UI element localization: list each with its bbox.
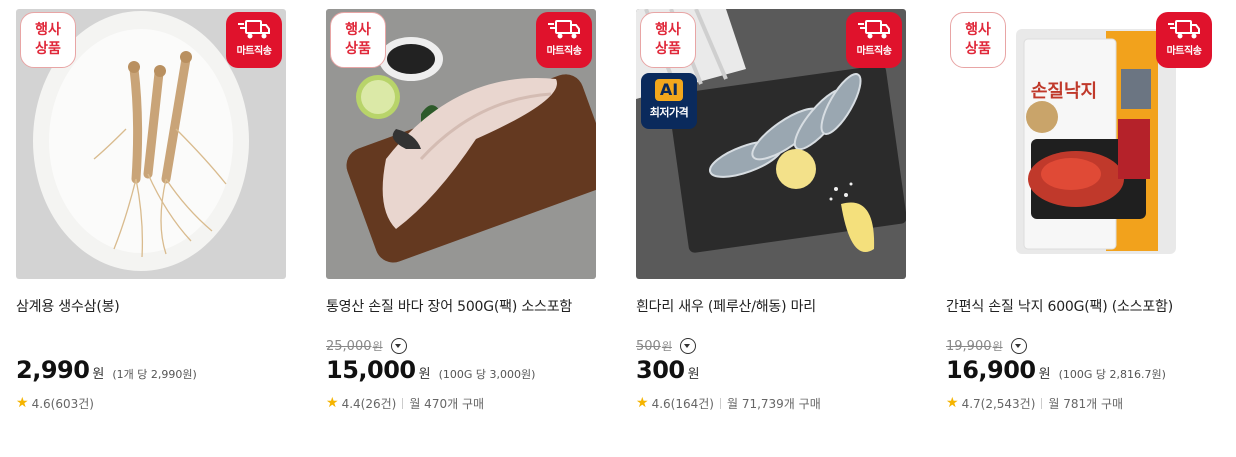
price-row: 15,000 원 (100G 당 3,000원) — [326, 356, 596, 390]
product-name[interactable]: 삼계용 생수삼(봉) — [16, 296, 286, 318]
unit-price: (1개 당 2,990원) — [112, 368, 197, 381]
event-badge: 행사 상품 — [20, 12, 76, 68]
currency-label: 원 — [418, 367, 431, 382]
star-icon: ★ — [326, 395, 339, 411]
product-card[interactable]: 손질낙지 행사 상품 마트직송 간편식 손질 낙지 600G(팩) (소스포함) … — [946, 9, 1216, 412]
rating-text: 4.7(2,543건) — [961, 396, 1036, 411]
sale-price: 2,990 — [16, 356, 90, 384]
rating-text: 4.6(164건) — [651, 396, 714, 411]
original-price: 25,000원 — [326, 339, 383, 354]
monthly-sold: 월 71,739개 구매 — [726, 396, 821, 411]
mart-shipping-badge: 마트직송 — [226, 12, 282, 68]
event-badge: 행사 상품 — [950, 12, 1006, 68]
price-row: 16,900 원 (100G 당 2,816.7원) — [946, 356, 1216, 390]
price-row: 300 원 — [636, 356, 906, 390]
unit-price: (100G 당 3,000원) — [438, 368, 536, 381]
star-icon: ★ — [636, 395, 649, 411]
truck-icon — [1168, 20, 1200, 39]
product-image[interactable]: 행사 상품 마트직송 — [16, 9, 286, 279]
original-price: 19,900원 — [946, 339, 1003, 354]
sale-price: 15,000 — [326, 356, 416, 384]
unit-price: (100G 당 2,816.7원) — [1058, 368, 1166, 381]
product-card[interactable]: 행사 상품 마트직송 통영산 손질 바다 장어 500G(팩) 소스포함 25,0… — [326, 9, 596, 412]
product-name[interactable]: 흰다리 새우 (페루산/해동) 마리 — [636, 296, 906, 318]
star-icon: ★ — [16, 395, 29, 411]
product-name[interactable]: 간편식 손질 낙지 600G(팩) (소스포함) — [946, 296, 1216, 318]
product-image[interactable]: 행사 상품 마트직송 — [326, 9, 596, 279]
product-name[interactable]: 통영산 손질 바다 장어 500G(팩) 소스포함 — [326, 296, 596, 318]
event-badge: 행사 상품 — [640, 12, 696, 68]
event-badge: 행사 상품 — [330, 12, 386, 68]
product-image[interactable]: 행사 상품 AI 최저가격 마트직송 — [636, 9, 906, 279]
package-title: 손질낙지 — [1031, 81, 1097, 102]
original-price-row: 500원 — [636, 336, 906, 356]
rating-text: 4.6(603건) — [31, 396, 94, 411]
divider — [402, 397, 404, 409]
divider — [719, 397, 721, 409]
currency-label: 원 — [687, 367, 700, 382]
mart-shipping-badge: 마트직송 — [536, 12, 592, 68]
truck-icon — [238, 20, 270, 39]
mart-shipping-badge: 마트직송 — [846, 12, 902, 68]
rating-text: 4.4(26건) — [341, 396, 397, 411]
product-image[interactable]: 손질낙지 행사 상품 마트직송 — [946, 9, 1216, 279]
rating-row: ★ 4.7(2,543건) 월 781개 구매 — [946, 394, 1216, 412]
rating-row: ★ 4.6(603건) — [16, 394, 286, 412]
sale-price: 300 — [636, 356, 685, 384]
price-row: 2,990 원 (1개 당 2,990원) — [16, 356, 286, 390]
currency-label: 원 — [92, 367, 105, 382]
truck-icon — [858, 20, 890, 39]
original-price-row: 25,000원 — [326, 336, 596, 356]
price-detail-toggle[interactable] — [390, 338, 407, 354]
price-detail-toggle[interactable] — [1010, 338, 1027, 354]
truck-icon — [548, 20, 580, 39]
star-icon: ★ — [946, 395, 959, 411]
ai-lowest-price-badge: AI 최저가격 — [641, 73, 697, 129]
mart-shipping-badge: 마트직송 — [1156, 12, 1212, 68]
monthly-sold: 월 781개 구매 — [1048, 396, 1124, 411]
original-price: 500원 — [636, 339, 672, 354]
original-price-row: 19,900원 — [946, 336, 1216, 356]
product-grid: 행사 상품 마트직송 삼계용 생수삼(봉) 2,990 원 (1개 당 2,990… — [0, 0, 1236, 457]
sale-price: 16,900 — [946, 356, 1036, 384]
product-card[interactable]: 행사 상품 마트직송 삼계용 생수삼(봉) 2,990 원 (1개 당 2,990… — [16, 9, 286, 412]
rating-row: ★ 4.4(26건) 월 470개 구매 — [326, 394, 596, 412]
product-card[interactable]: 행사 상품 AI 최저가격 마트직송 흰다리 새우 (페루산/해동) 마리 500… — [636, 9, 906, 412]
divider — [1041, 397, 1043, 409]
price-detail-toggle[interactable] — [679, 338, 696, 354]
rating-row: ★ 4.6(164건) 월 71,739개 구매 — [636, 394, 906, 412]
monthly-sold: 월 470개 구매 — [409, 396, 485, 411]
currency-label: 원 — [1038, 367, 1051, 382]
